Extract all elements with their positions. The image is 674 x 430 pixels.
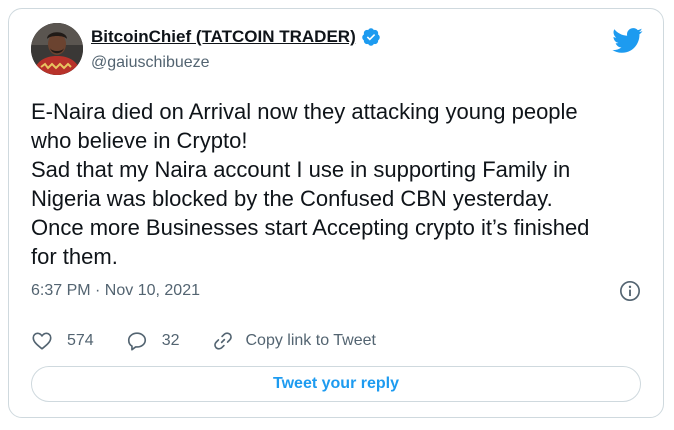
verified-badge-icon — [361, 28, 380, 46]
tweet-actions: 574 32 Copy link to Tweet — [31, 329, 376, 353]
tweet-card: BitcoinChief (TATCOIN TRADER) @gaiuschib… — [8, 8, 664, 418]
tweet-text-line: Nigeria was blocked by the Confused CBN … — [31, 186, 553, 211]
copy-link-button[interactable]: Copy link to Tweet — [212, 330, 376, 352]
author-display-name[interactable]: BitcoinChief (TATCOIN TRADER) — [91, 27, 356, 47]
copy-link-label: Copy link to Tweet — [245, 332, 376, 349]
avatar-image — [31, 23, 83, 75]
link-icon — [213, 332, 232, 350]
tweet-text-line: for them. — [31, 244, 118, 269]
tweet-timestamp[interactable]: 6:37 PM · Nov 10, 2021 — [31, 282, 200, 300]
like-button[interactable]: 574 — [31, 330, 94, 352]
like-count: 574 — [67, 332, 94, 349]
heart-icon — [32, 332, 52, 350]
tweet-text: E-Naira died on Arrival now they attacki… — [31, 97, 651, 271]
avatar[interactable] — [31, 23, 83, 75]
twitter-bird-icon[interactable] — [611, 27, 643, 54]
reply-button[interactable]: 32 — [126, 330, 180, 352]
info-icon[interactable] — [619, 280, 641, 302]
tweet-text-line: Sad that my Naira account I use in suppo… — [31, 157, 571, 182]
comment-icon — [127, 332, 146, 351]
tweet-text-line: E-Naira died on Arrival now they attacki… — [31, 99, 578, 124]
author-name-row: BitcoinChief (TATCOIN TRADER) — [91, 27, 381, 47]
tweet-text-line: who believe in Crypto! — [31, 128, 248, 153]
author-handle[interactable]: @gaiuschibueze — [91, 54, 210, 72]
reply-count: 32 — [161, 332, 180, 349]
tweet-your-reply-button[interactable]: Tweet your reply — [31, 366, 641, 402]
tweet-text-line: Once more Businesses start Accepting cry… — [31, 215, 590, 240]
